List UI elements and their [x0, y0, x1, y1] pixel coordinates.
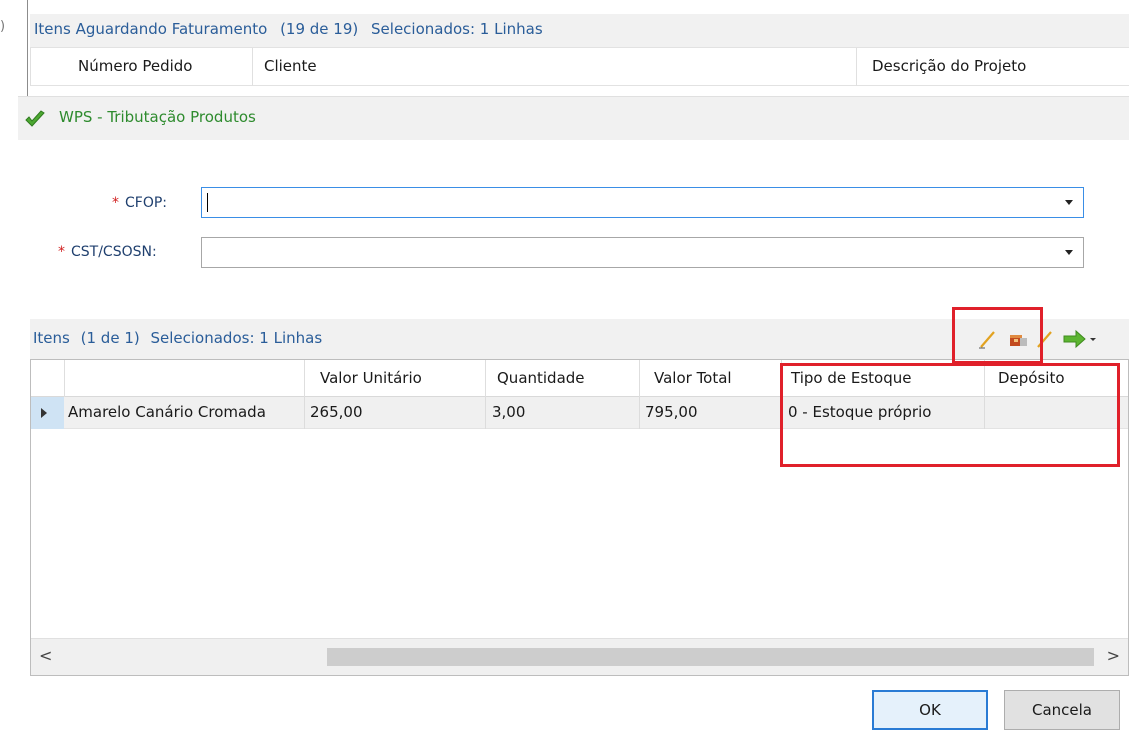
- package-icon[interactable]: [1005, 327, 1031, 351]
- tributacao-dialog: WPS - Tributação Produtos * CFOP: * CST/CS…: [18, 96, 1129, 735]
- column-separator: [781, 397, 782, 429]
- column-separator: [30, 48, 31, 86]
- dialog-title: WPS - Tributação Produtos: [59, 108, 256, 126]
- required-marker: *: [112, 195, 119, 211]
- dialog-title-bar: WPS - Tributação Produtos: [18, 96, 1129, 140]
- scrollbar-thumb[interactable]: [327, 648, 1094, 666]
- items-grid-column-headers: Valor Unitário Quantidade Valor Total Ti…: [31, 360, 1128, 397]
- cell-quantidade[interactable]: 3,00: [492, 403, 525, 421]
- column-header-descricao-projeto[interactable]: Descrição do Projeto: [872, 57, 1026, 75]
- cell-produto[interactable]: Amarelo Canário Cromada: [68, 403, 266, 421]
- ok-button[interactable]: OK: [872, 690, 988, 730]
- cst-csosn-combobox[interactable]: [201, 237, 1084, 268]
- items-grid-selected: Selecionados: 1 Linhas: [150, 329, 323, 347]
- column-header-deposito[interactable]: Depósito: [998, 369, 1065, 387]
- chevron-down-icon[interactable]: [1065, 200, 1073, 205]
- column-separator: [485, 360, 486, 397]
- chevron-down-icon[interactable]: [1065, 250, 1073, 255]
- horizontal-scrollbar[interactable]: < >: [31, 638, 1128, 675]
- column-separator: [64, 360, 65, 397]
- background-grid-selected: Selecionados: 1 Linhas: [371, 20, 543, 38]
- column-header-tipo-estoque[interactable]: Tipo de Estoque: [791, 369, 911, 387]
- table-row[interactable]: Amarelo Canário Cromada 265,00 3,00 795,…: [31, 397, 1128, 429]
- column-header-valor-unitario[interactable]: Valor Unitário: [320, 369, 422, 387]
- column-separator: [485, 397, 486, 429]
- check-icon: [25, 110, 45, 127]
- green-arrow-icon[interactable]: [1061, 327, 1099, 351]
- cancel-button[interactable]: Cancela: [1004, 690, 1120, 730]
- cst-label: * CST/CSOSN:: [58, 244, 157, 260]
- scroll-right-icon[interactable]: >: [1107, 646, 1120, 665]
- column-separator: [856, 48, 857, 86]
- row-indicator[interactable]: [31, 397, 64, 429]
- items-grid-header: Itens (1 de 1) Selecionados: 1 Linhas: [30, 319, 1129, 359]
- row-pointer-icon: [41, 408, 47, 418]
- edit-pencil-icon[interactable]: [975, 327, 1001, 351]
- column-separator: [984, 397, 985, 429]
- collapse-chevron-icon[interactable]: ): [0, 19, 5, 34]
- column-separator: [639, 360, 640, 397]
- column-header-cliente[interactable]: Cliente: [264, 57, 317, 75]
- column-separator: [781, 360, 782, 397]
- items-grid-title-group: Itens (1 de 1) Selecionados: 1 Linhas: [33, 329, 328, 347]
- column-separator: [984, 360, 985, 397]
- cell-tipo-estoque[interactable]: 0 - Estoque próprio: [788, 403, 931, 421]
- column-separator: [304, 397, 305, 429]
- cell-valor-unitario[interactable]: 265,00: [310, 403, 363, 421]
- column-separator: [304, 360, 305, 397]
- background-grid-columns: Número Pedido Cliente Descrição do Proje…: [30, 48, 1129, 86]
- required-marker: *: [58, 244, 65, 260]
- column-header-valor-total[interactable]: Valor Total: [654, 369, 732, 387]
- column-header-quantidade[interactable]: Quantidade: [497, 369, 585, 387]
- background-grid-title: Itens Aguardando Faturamento: [34, 20, 268, 38]
- cfop-combobox[interactable]: [201, 187, 1084, 218]
- background-grid-count: (19 de 19): [280, 20, 359, 38]
- cfop-label-text: CFOP:: [125, 195, 168, 211]
- items-grid-title: Itens: [33, 329, 70, 347]
- background-grid-header: Itens Aguardando Faturamento (19 de 19) …: [30, 14, 1129, 48]
- cst-label-text: CST/CSOSN:: [71, 244, 157, 260]
- items-grid-count: (1 de 1): [80, 329, 140, 347]
- text-caret: [207, 193, 208, 212]
- cell-valor-total[interactable]: 795,00: [645, 403, 698, 421]
- cfop-label: * CFOP:: [112, 195, 167, 211]
- items-grid: Valor Unitário Quantidade Valor Total Ti…: [30, 359, 1129, 676]
- scroll-left-icon[interactable]: <: [39, 646, 52, 665]
- column-separator: [252, 48, 253, 86]
- column-separator: [639, 397, 640, 429]
- column-header-numero-pedido[interactable]: Número Pedido: [78, 57, 192, 75]
- background-grid: Itens Aguardando Faturamento (19 de 19) …: [30, 14, 1129, 96]
- edit-pencil-icon[interactable]: [1033, 327, 1059, 351]
